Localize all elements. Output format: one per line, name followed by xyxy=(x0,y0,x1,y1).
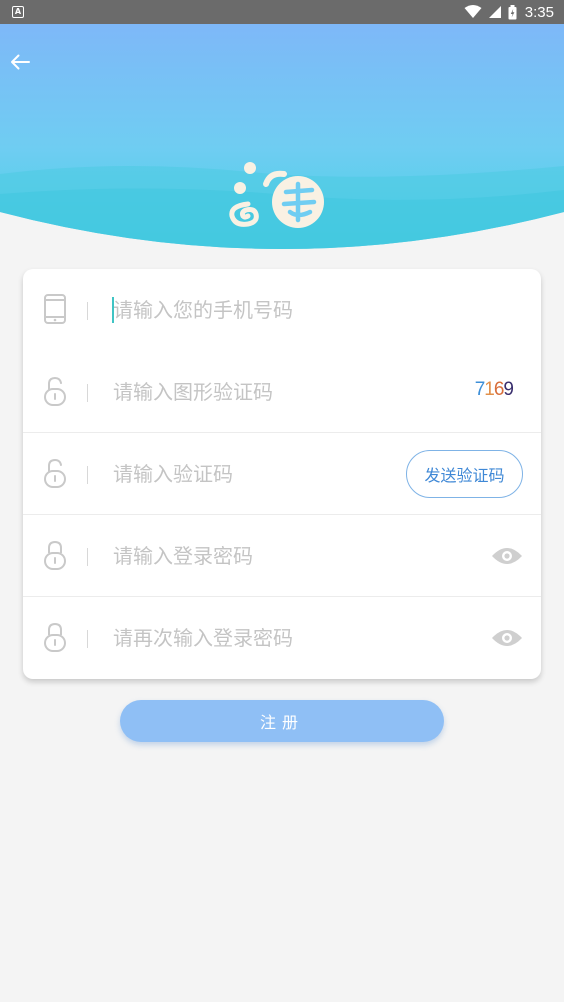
lock-icon xyxy=(41,539,69,571)
wifi-icon xyxy=(464,5,482,18)
register-button[interactable]: 注册 xyxy=(120,700,444,742)
captcha-image[interactable]: 7169 xyxy=(474,379,514,401)
notification-icon: A xyxy=(12,6,24,18)
arrow-left-icon xyxy=(11,54,30,70)
phone-input[interactable] xyxy=(113,291,403,329)
header-banner xyxy=(0,24,564,250)
unlock-icon xyxy=(41,457,69,489)
sms-code-input[interactable] xyxy=(113,455,313,493)
phone-icon xyxy=(41,293,69,325)
text-cursor xyxy=(112,297,114,323)
divider xyxy=(87,302,88,320)
signal-icon xyxy=(488,6,501,18)
captcha-digit: 6 xyxy=(493,379,505,400)
divider xyxy=(87,630,88,648)
captcha-digit: 1 xyxy=(484,379,495,400)
phone-row xyxy=(23,269,541,351)
image-captcha-input[interactable] xyxy=(113,373,403,411)
battery-icon xyxy=(508,4,517,19)
captcha-digit: 9 xyxy=(503,379,514,400)
captcha-digit: 7 xyxy=(474,379,486,400)
eye-icon[interactable] xyxy=(491,625,523,651)
unlock-icon xyxy=(41,375,69,407)
register-form: 7169 发送验证码 xyxy=(23,269,541,679)
divider xyxy=(87,384,88,402)
image-captcha-row: 7169 xyxy=(23,351,541,433)
password-input[interactable] xyxy=(113,537,403,575)
confirm-password-input[interactable] xyxy=(113,619,403,657)
lock-icon xyxy=(41,621,69,653)
sms-code-row: 发送验证码 xyxy=(23,433,541,515)
divider xyxy=(87,466,88,484)
password-row xyxy=(23,515,541,597)
eye-icon[interactable] xyxy=(491,543,523,569)
back-button[interactable] xyxy=(6,48,34,76)
confirm-password-row xyxy=(23,597,541,679)
divider xyxy=(87,548,88,566)
status-time: 3:35 xyxy=(524,3,554,21)
status-bar: A 3:35 xyxy=(0,0,564,24)
send-code-button[interactable]: 发送验证码 xyxy=(406,450,523,498)
hai-logo-icon xyxy=(229,162,324,228)
